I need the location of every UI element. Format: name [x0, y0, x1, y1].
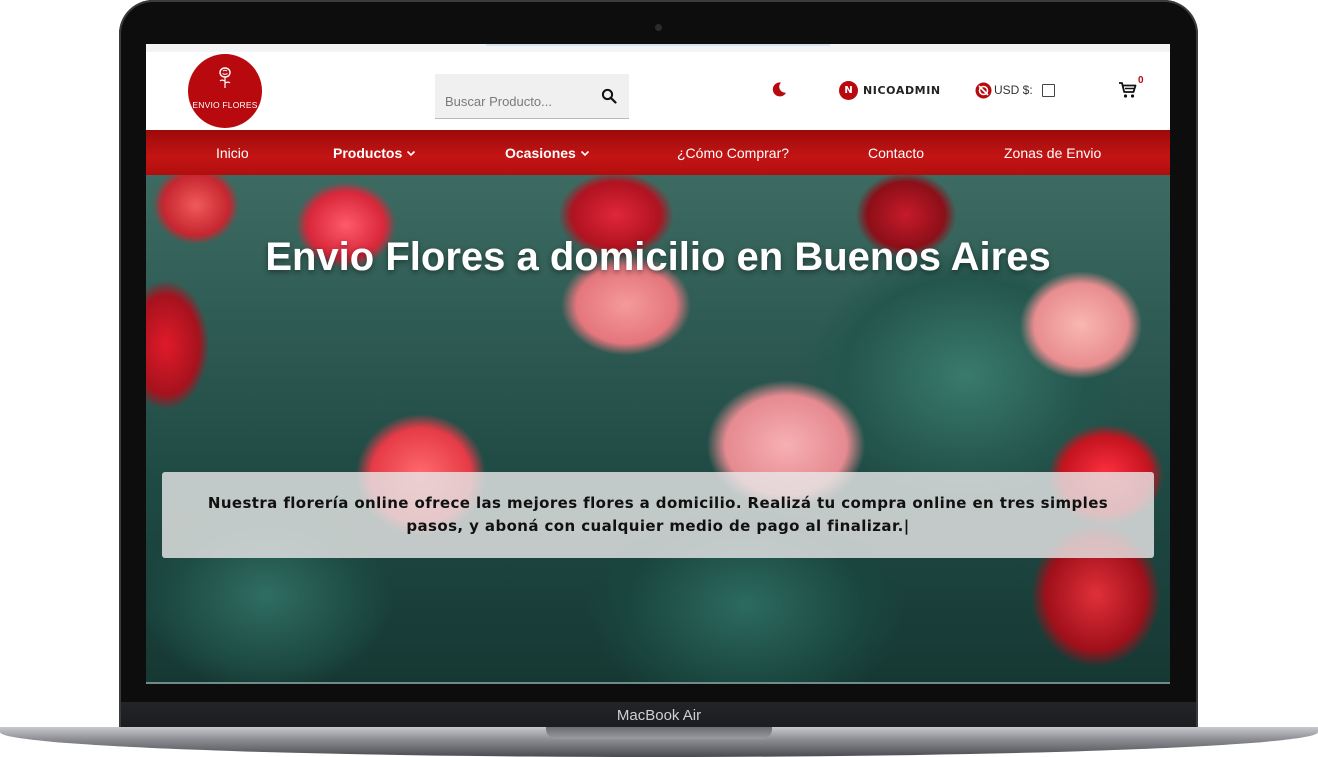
cart-button[interactable]: 0 [1118, 75, 1144, 105]
hero-banner: Envio Flores a domicilio en Buenos Aires… [146, 175, 1170, 684]
nav-item-productos[interactable]: Productos [333, 130, 416, 175]
search-input[interactable] [435, 74, 585, 118]
cart-count-badge: 0 [1138, 75, 1144, 86]
currency-toggle: USD $: [975, 80, 1055, 100]
site-header: ENVIO FLORES N NICOADMIN USD $: [146, 52, 1170, 130]
rose-logo-icon [214, 66, 236, 94]
nav-item-label: Zonas de Envio [1004, 144, 1102, 161]
nav-item-label: Contacto [868, 144, 925, 161]
currency-checkbox[interactable] [1041, 83, 1055, 97]
hero-title: Envio Flores a domicilio en Buenos Aires [265, 235, 1051, 279]
moon-icon[interactable] [770, 80, 788, 98]
camera [655, 24, 662, 31]
nav-item-label: Ocasiones [505, 144, 576, 161]
nav-item-label: Productos [333, 144, 403, 161]
chevron-down-icon [407, 150, 416, 156]
currency-icon [975, 82, 992, 98]
top-strip [146, 44, 1170, 52]
search-box [435, 74, 629, 119]
cart-icon [1119, 82, 1137, 98]
screen-bottom-line [146, 682, 1170, 684]
screen: ENVIO FLORES N NICOADMIN USD $: [146, 44, 1170, 684]
nav-item-como-comprar[interactable]: ¿Cómo Comprar? [677, 130, 789, 175]
avatar: N [839, 80, 858, 100]
top-strip-accent [486, 44, 830, 46]
logo-text: ENVIO FLORES [192, 100, 258, 110]
hero-description-box: Nuestra florería online ofrece las mejor… [162, 472, 1154, 558]
chevron-down-icon [580, 150, 589, 156]
user-menu[interactable]: N NICOADMIN [839, 80, 941, 100]
currency-label: USD $: [994, 83, 1033, 97]
search-icon[interactable] [601, 88, 617, 104]
main-nav: Inicio Productos Ocasiones ¿Cómo Comprar… [146, 130, 1170, 175]
hero-description: Nuestra florería online ofrece las mejor… [207, 494, 1109, 535]
laptop-base-notch [546, 727, 772, 739]
device-model-label: MacBook Air [616, 707, 702, 724]
nav-item-inicio[interactable]: Inicio [216, 130, 249, 175]
nav-item-label: Inicio [216, 144, 249, 161]
nav-item-zonas-de-envio[interactable]: Zonas de Envio [1004, 130, 1101, 175]
nav-item-label: ¿Cómo Comprar? [677, 144, 790, 161]
site-logo[interactable]: ENVIO FLORES [188, 54, 262, 128]
nav-item-contacto[interactable]: Contacto [868, 130, 924, 175]
user-name: NICOADMIN [863, 83, 941, 97]
nav-item-ocasiones[interactable]: Ocasiones [505, 130, 590, 175]
